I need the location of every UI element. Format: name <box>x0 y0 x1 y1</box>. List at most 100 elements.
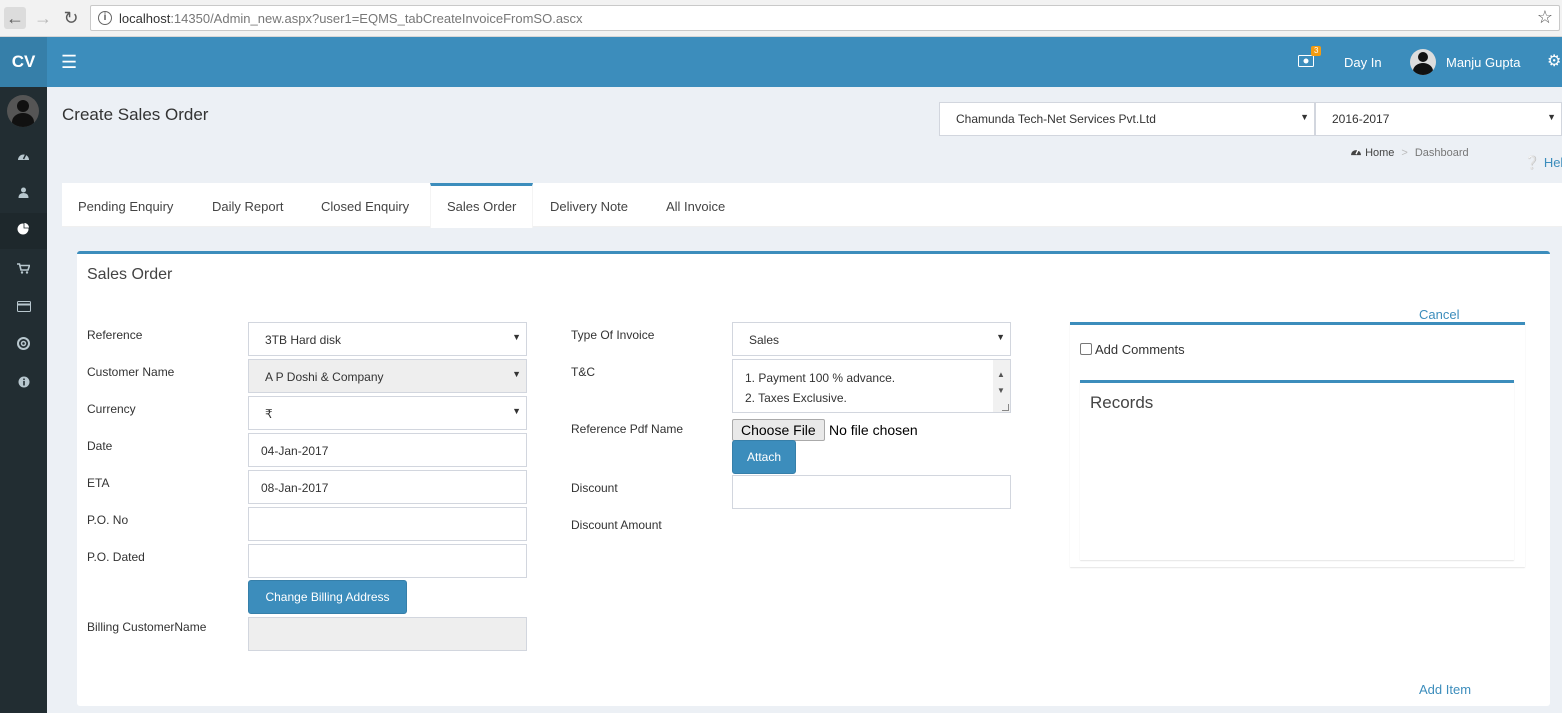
customer-name-value: A P Doshi & Company <box>265 370 384 384</box>
messages-icon[interactable] <box>1298 54 1314 70</box>
tc-line-2: 2. Taxes Exclusive. <box>745 391 847 405</box>
url-text[interactable]: localhost:14350/Admin_new.aspx?user1=EQM… <box>119 11 583 26</box>
choose-file-button[interactable]: Choose File <box>732 419 825 441</box>
tc-line-1: 1. Payment 100 % advance. <box>745 371 896 385</box>
customer-name-select[interactable]: A P Doshi & Company ▼ <box>248 359 527 393</box>
tab-sales-order[interactable]: Sales Order <box>430 183 534 228</box>
info-icon[interactable]: i <box>98 11 112 25</box>
day-in-link[interactable]: Day In <box>1344 55 1382 70</box>
reference-label: Reference <box>87 328 143 342</box>
add-comments-label[interactable]: Add Comments <box>1095 342 1185 357</box>
tab-pending-enquiry[interactable]: Pending Enquiry <box>62 183 189 227</box>
eta-input[interactable]: 08-Jan-2017 <box>248 470 527 504</box>
scroll-down-icon[interactable]: ▼ <box>997 381 1005 401</box>
chevron-down-icon: ▼ <box>996 332 1005 342</box>
po-no-input[interactable] <box>248 507 527 541</box>
sidebar-avatar <box>7 95 39 127</box>
app-logo[interactable]: CV <box>0 37 47 87</box>
user-icon[interactable] <box>0 176 47 212</box>
lifebuoy-svg <box>17 337 30 350</box>
user-svg <box>18 187 29 198</box>
eta-label: ETA <box>87 476 110 490</box>
type-of-invoice-label: Type Of Invoice <box>571 328 655 342</box>
currency-label: Currency <box>87 402 136 416</box>
help-label: Help <box>1543 155 1562 170</box>
messages-count-badge: 3 <box>1311 46 1322 56</box>
reference-value: 3TB Hard disk <box>265 333 342 347</box>
sales-order-box: Sales Order Reference 3TB Hard disk ▼ Cu… <box>77 251 1550 706</box>
info-svg <box>18 376 29 388</box>
cart-svg <box>17 263 31 274</box>
sidebar: CV <box>0 37 47 713</box>
tc-textarea[interactable]: 1. Payment 100 % advance. 2. Taxes Exclu… <box>732 359 1011 413</box>
breadcrumb-separator: > <box>1401 147 1408 159</box>
user-name[interactable]: Manju Gupta <box>1446 55 1520 70</box>
pie-chart-svg <box>17 222 30 235</box>
breadcrumb-gauge-svg <box>1351 149 1361 156</box>
dashboard-icon[interactable] <box>0 139 47 175</box>
credit-card-icon[interactable] <box>0 290 47 326</box>
dashboard-icon <box>1350 147 1365 159</box>
shopping-cart-icon[interactable] <box>0 252 47 288</box>
tab-all-invoice[interactable]: All Invoice <box>650 183 741 227</box>
bookmark-star-icon[interactable]: ☆ <box>1537 7 1553 28</box>
chevron-down-icon: ▼ <box>512 406 521 416</box>
type-of-invoice-select[interactable]: Sales ▼ <box>732 322 1011 356</box>
browser-toolbar: ← → ↻ i localhost:14350/Admin_new.aspx?u… <box>0 0 1562 37</box>
cancel-link[interactable]: Cancel <box>1419 307 1459 322</box>
chevron-down-icon: ▼ <box>1300 112 1309 122</box>
breadcrumb-home[interactable]: Home <box>1365 147 1394 159</box>
gears-icon[interactable]: ⚙ <box>1547 51 1561 71</box>
billing-customer-name-input[interactable] <box>248 617 527 651</box>
chevron-down-icon: ▼ <box>512 332 521 342</box>
address-bar[interactable]: i localhost:14350/Admin_new.aspx?user1=E… <box>90 5 1560 31</box>
support-lifebuoy-icon[interactable] <box>0 328 47 364</box>
page-title: Create Sales Order <box>62 105 209 124</box>
company-select[interactable]: Chamunda Tech-Net Services Pvt.Ltd ▼ <box>939 102 1315 136</box>
add-comments-checkbox[interactable] <box>1080 343 1092 355</box>
tab-delivery-note[interactable]: Delivery Note <box>534 183 644 227</box>
tc-label: T&C <box>571 365 595 379</box>
year-select[interactable]: 2016-2017 ▼ <box>1315 102 1562 136</box>
change-billing-address-button[interactable]: Change Billing Address <box>248 580 407 614</box>
breadcrumb: Home > Dashboard <box>1350 146 1469 159</box>
forward-arrow-icon[interactable]: → <box>32 7 54 29</box>
type-of-invoice-value: Sales <box>749 333 780 347</box>
no-file-chosen-text: No file chosen <box>829 422 918 438</box>
year-select-value: 2016-2017 <box>1332 112 1390 126</box>
question-circle-icon: ❔ <box>1524 155 1541 170</box>
help-link[interactable]: ❔ Help <box>1524 155 1562 171</box>
add-item-link[interactable]: Add Item <box>1419 682 1471 697</box>
info-circle-icon[interactable] <box>0 366 47 402</box>
currency-value: ₹ <box>265 407 273 421</box>
pie-chart-icon[interactable] <box>0 213 47 249</box>
discount-label: Discount <box>571 481 618 495</box>
user-avatar[interactable] <box>1410 49 1436 75</box>
company-select-value: Chamunda Tech-Net Services Pvt.Ltd <box>956 112 1156 126</box>
date-label: Date <box>87 439 113 453</box>
top-navbar: ☰ 3 Day In Manju Gupta ⚙ <box>47 37 1562 87</box>
discount-input[interactable] <box>732 475 1011 509</box>
tab-daily-report[interactable]: Daily Report <box>196 183 300 227</box>
discount-amount-label: Discount Amount <box>571 518 662 532</box>
comments-panel: Add Comments Records <box>1070 322 1525 567</box>
tab-closed-enquiry[interactable]: Closed Enquiry <box>305 183 425 227</box>
currency-select[interactable]: ₹ ▼ <box>248 396 527 430</box>
po-dated-label: P.O. Dated <box>87 550 145 564</box>
url-host: localhost <box>119 11 171 26</box>
records-panel: Records <box>1080 380 1514 560</box>
billing-customer-name-label: Billing CustomerName <box>87 620 207 634</box>
po-dated-input[interactable] <box>248 544 527 578</box>
resize-handle-icon[interactable] <box>1002 404 1009 411</box>
dashboard-gauge-svg <box>18 153 29 160</box>
menu-toggle-icon[interactable]: ☰ <box>61 53 77 71</box>
date-input[interactable]: 04-Jan-2017 <box>248 433 527 467</box>
attach-button[interactable]: Attach <box>732 440 796 474</box>
back-arrow-icon[interactable]: ← <box>4 7 26 29</box>
reference-select[interactable]: 3TB Hard disk ▼ <box>248 322 527 356</box>
chevron-down-icon: ▼ <box>512 369 521 379</box>
reload-icon[interactable]: ↻ <box>60 7 82 29</box>
money-svg <box>1298 55 1314 67</box>
records-title: Records <box>1090 393 1154 412</box>
tabs-bar: Pending Enquiry Daily Report Closed Enqu… <box>62 183 1562 228</box>
